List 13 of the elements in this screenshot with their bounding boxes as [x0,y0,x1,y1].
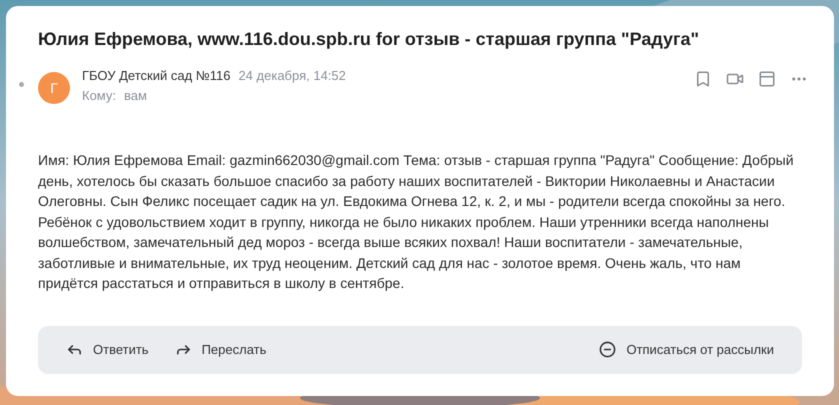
calendar-icon[interactable] [758,70,776,88]
recipient-name: вам [124,88,147,103]
reply-button[interactable]: Ответить [66,341,149,358]
email-subject: Юлия Ефремова, www.116.dou.spb.ru for отзыв - старшая группа "Радуга" [38,28,700,51]
bookmark-icon[interactable] [694,70,712,88]
email-date: 24 декабря, 14:52 [238,68,346,83]
forward-button[interactable]: Переслать [174,341,266,358]
email-body: Имя: Юлия Ефремова Email: gazmin662030@gmail.com Тема: отзыв - старшая группа "Радуга" Сообщение: Добрый день, хотелось бы сказать большое спасибо за работу наших воспитателей - Виктории Николаевны и Анастасии Олеговны. Сын Феликс посещает садик на ул. Евдокима Огнева 12, к. 2, и мы - родители всегда спокойны за него. Ребёнок с удовольствием ходит в группу, никогда не было никаких проблем. Наши утренники всегда наполнены волшебством, замечательный дед мороз - всегда выше всяких похвал! Наши воспитатели - замечательные, заботливые и внимательные, их труд неоценим. Детский сад для нас - золотое время. Очень жаль, что нам придётся расстаться и отправиться в школу в сентябре. [38,151,795,293]
recipient-label: Кому: [82,88,116,103]
sender-name[interactable]: ГБОУ Детский сад №116 [82,68,230,83]
sender-avatar: Г [38,72,70,104]
unsubscribe-button[interactable]: Отписаться от рассылки [599,341,774,358]
minus-circle-icon [599,341,616,358]
